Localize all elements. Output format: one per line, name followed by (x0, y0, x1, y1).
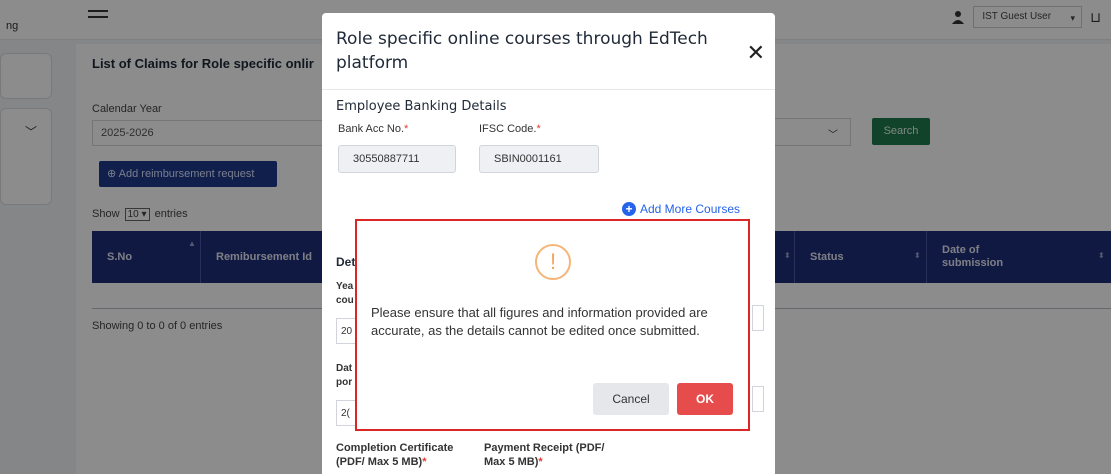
bank-acc-label-text: Bank Acc No. (338, 123, 405, 135)
completion-certificate-label: Completion Certificate (PDF/ Max 5 MB)* (336, 441, 453, 469)
required-mark: * (422, 456, 427, 468)
cancel-button[interactable]: Cancel (593, 383, 669, 415)
confirm-dialog: ! Please ensure that all figures and inf… (355, 219, 750, 431)
required-mark: * (536, 123, 541, 135)
ifsc-label: IFSC Code.* (479, 123, 541, 135)
add-more-courses-button[interactable]: + Add More Courses (622, 202, 740, 216)
completion-label-line2: (PDF/ Max 5 MB) (336, 456, 423, 468)
course-field[interactable] (752, 305, 764, 331)
portal-field[interactable] (752, 386, 764, 412)
divider (322, 89, 775, 90)
ok-button[interactable]: OK (677, 383, 733, 415)
exclamation-icon: ! (535, 244, 571, 280)
plus-circle-icon: + (622, 202, 636, 216)
page-root: ng IST Guest User ▾ ⊔ ﹀ List of Claims f… (0, 0, 1111, 474)
bank-acc-label: Bank Acc No.* (338, 123, 408, 135)
required-mark: * (538, 456, 543, 468)
date-label: Dat (336, 363, 353, 374)
year-label: Yea (336, 281, 354, 292)
required-mark: * (404, 123, 409, 135)
course-label: cou (336, 295, 354, 306)
portal-label: por (336, 377, 353, 388)
payment-receipt-label: Payment Receipt (PDF/ Max 5 MB)* (484, 441, 604, 469)
payment-label-line1: Payment Receipt (PDF/ (484, 442, 605, 454)
close-icon[interactable]: ✕ (747, 42, 765, 64)
ifsc-label-text: IFSC Code. (479, 123, 537, 135)
ifsc-field[interactable]: SBIN0001161 (479, 145, 599, 173)
completion-label-line1: Completion Certificate (336, 442, 454, 454)
banking-details-heading: Employee Banking Details (336, 99, 507, 114)
details-heading: Det (336, 255, 356, 269)
modal-title: Role specific online courses through EdT… (336, 29, 708, 73)
confirm-message: Please ensure that all figures and infor… (371, 305, 708, 338)
bank-acc-field[interactable]: 30550887711 (338, 145, 456, 173)
payment-label-line2: Max 5 MB) (484, 456, 539, 468)
add-more-courses-label: Add More Courses (640, 202, 741, 216)
